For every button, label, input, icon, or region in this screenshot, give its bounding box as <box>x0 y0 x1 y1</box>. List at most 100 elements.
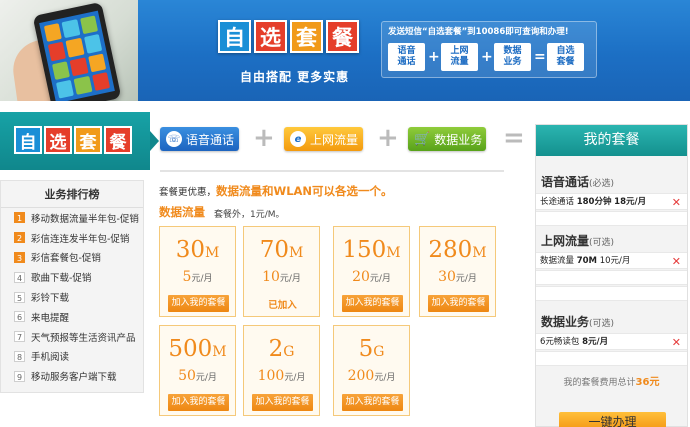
data-plan-card: 2G 100元/月 加入我的套餐 <box>243 325 320 416</box>
add-to-package-button[interactable]: 加入我的套餐 <box>342 295 403 312</box>
ranking-item[interactable]: 8 手机阅读 <box>1 347 143 367</box>
delete-icon[interactable]: ✕ <box>672 194 681 211</box>
nav-voice-label: 语音通话 <box>186 132 235 147</box>
nav-underline <box>160 170 504 172</box>
plan-size: 150M <box>342 237 401 263</box>
biz-empty-row <box>536 351 687 366</box>
promo-text: 发送短信“自选套餐”到10086即可查询和办理! <box>388 27 569 37</box>
total-cost: 我的套餐费用总计36元 <box>563 377 660 388</box>
biz-section-title: 数据业务(可选) <box>541 315 615 329</box>
ranking-item-label: 来电提醒 <box>31 312 70 324</box>
ranking-item-label: 彩铃下载 <box>31 293 70 305</box>
ranking-item[interactable]: 7 天气预报等生活资讯产品 <box>1 327 143 347</box>
data-empty-row <box>536 270 687 285</box>
ranking-item[interactable]: 9 移动服务客户端下载 <box>1 366 143 386</box>
logo-tile: 自 <box>14 126 42 154</box>
voice-section-title: 语音通话(必选) <box>541 175 615 189</box>
add-to-package-button[interactable]: 加入我的套餐 <box>168 295 229 312</box>
plan-size: 5G <box>358 336 385 362</box>
data-item-row: 数据流量 70M 10元/月 ✕ <box>536 252 687 269</box>
ranking-item[interactable]: 4 歌曲下载-促销 <box>1 267 143 287</box>
ranking-item-label: 彩信连连发半年包-促销 <box>31 233 130 245</box>
plus-icon: + <box>481 49 493 65</box>
formula-box: 上网 流量 <box>441 43 478 71</box>
nav-arrow <box>150 131 159 151</box>
logo-tile: 套 <box>290 20 323 53</box>
plan-size: 30M <box>175 237 220 263</box>
banner-logo: 自选套餐 <box>218 20 359 53</box>
add-to-package-button[interactable]: 加入我的套餐 <box>252 394 313 411</box>
my-package-panel: 我的套餐 语音通话(必选) 长途通话 180分钟 18元/月 ✕ 上网流量(可选… <box>535 124 688 427</box>
formula-box: 自选 套餐 <box>547 43 584 71</box>
panel-title: 我的套餐 <box>536 125 687 156</box>
data-plan-card: 280M 30元/月加入我的套餐 <box>419 226 496 317</box>
equals-icon: = <box>503 123 525 153</box>
data-section-title: 上网流量(可选) <box>541 234 615 248</box>
plus-icon: + <box>377 123 399 153</box>
section-title: 数据流量 <box>159 205 205 219</box>
plan-size: 2G <box>268 336 295 362</box>
plan-size: 500M <box>168 336 227 362</box>
ranking-item[interactable]: 6 来电提醒 <box>1 307 143 327</box>
add-to-package-button[interactable]: 加入我的套餐 <box>342 394 403 411</box>
desc-highlight: 数据流量和WLAN可以各选一个。 <box>216 184 393 198</box>
package-formula: 语音 通话 + 上网 流量 + 数据 业务 = 自选 套餐 <box>388 43 584 71</box>
delete-icon[interactable]: ✕ <box>672 253 681 270</box>
section-note: 套餐外，1元/M。 <box>214 210 285 220</box>
logo-tile: 餐 <box>104 126 132 154</box>
nav-biz-label: 数据业务 <box>434 132 483 147</box>
submit-button[interactable]: 一键办理 <box>559 412 666 427</box>
ranking-item-label: 移动数据流量半年包-促销 <box>31 213 139 225</box>
plan-size: 70M <box>259 237 304 263</box>
nav-data-button[interactable]: e 上网流量 <box>284 127 363 151</box>
desc-prefix: 套餐更优惠， <box>159 187 217 198</box>
data-plan-card: 500M 50元/月 加入我的套餐 <box>159 325 236 416</box>
ranking-item-label: 手机阅读 <box>31 352 70 364</box>
delete-icon[interactable]: ✕ <box>672 334 681 351</box>
plan-price: 30元/月 <box>438 269 477 285</box>
banner-slogan: 自由搭配 更多实惠 <box>240 70 350 84</box>
rank-number: 7 <box>14 331 25 343</box>
rank-number: 2 <box>14 232 25 244</box>
logo-tile: 选 <box>44 126 72 154</box>
ranking-item[interactable]: 2 彩信连连发半年包-促销 <box>1 228 143 248</box>
rank-number: 6 <box>14 311 25 323</box>
ranking-title: 业务排行榜 <box>1 181 143 208</box>
promo-box: 发送短信“自选套餐”到10086即可查询和办理! 语音 通话 + 上网 流量 + 数据 … <box>381 21 597 78</box>
nav-biz-button[interactable]: 🛒 数据业务 <box>408 127 486 151</box>
ranking-item-label: 彩信套餐包-促销 <box>31 253 101 265</box>
biz-item-row: 6元畅读包 8元/月 ✕ <box>536 333 687 350</box>
rank-number: 5 <box>14 291 25 303</box>
add-to-package-button[interactable]: 加入我的套餐 <box>428 295 489 312</box>
plan-price: 5元/月 <box>182 269 213 285</box>
added-label: 已加入 <box>268 300 297 311</box>
data-plan-card: 30M 5元/月加入我的套餐 <box>159 226 236 317</box>
plus-icon: + <box>428 49 440 65</box>
data-plan-card: 70M 10元/月 已加入 <box>243 226 320 317</box>
phone-icon: ☏ <box>166 131 182 147</box>
ranking-item[interactable]: 5 彩铃下载 <box>1 287 143 307</box>
nav-voice-button[interactable]: ☏ 语音通话 <box>160 127 239 151</box>
rank-number: 4 <box>14 271 25 283</box>
plan-size: 280M <box>428 237 487 263</box>
ranking-item[interactable]: 1 移动数据流量半年包-促销 <box>1 208 143 228</box>
add-to-package-button[interactable]: 加入我的套餐 <box>168 394 229 411</box>
logo-tile: 餐 <box>326 20 359 53</box>
cart-icon: 🛒 <box>414 131 431 147</box>
ranking-item[interactable]: 3 彩信套餐包-促销 <box>1 248 143 268</box>
internet-icon: e <box>290 131 306 147</box>
formula-box: 数据 业务 <box>494 43 531 71</box>
plan-price: 200元/月 <box>347 368 396 384</box>
ranking-item-label: 天气预报等生活资讯产品 <box>31 332 136 344</box>
rank-number: 9 <box>14 370 25 382</box>
plus-icon: + <box>253 123 275 153</box>
logo-tile: 选 <box>254 20 287 53</box>
voice-item-row: 长途通话 180分钟 18元/月 ✕ <box>536 193 687 210</box>
equals-icon: = <box>534 49 546 65</box>
rank-number: 8 <box>14 350 25 362</box>
top-banner: 自选套餐 自由搭配 更多实惠 发送短信“自选套餐”到10086即可查询和办理! … <box>0 0 690 101</box>
ranking-item-label: 移动服务客户端下载 <box>31 372 117 384</box>
logo-tile: 自 <box>218 20 251 53</box>
formula-box: 语音 通话 <box>388 43 425 71</box>
plan-price: 100元/月 <box>257 368 306 384</box>
